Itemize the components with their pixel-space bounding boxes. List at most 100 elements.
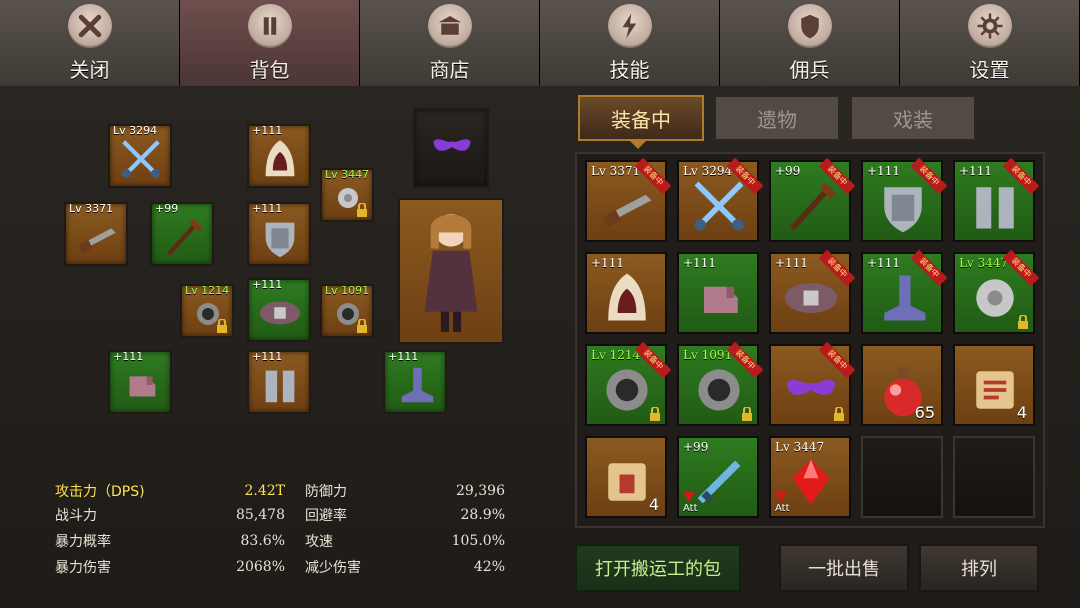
stat-label: 减少伤害 bbox=[305, 560, 361, 576]
lock-icon bbox=[216, 318, 228, 333]
nav-close-button[interactable]: 关闭 bbox=[0, 0, 180, 86]
open-transport-bag-button[interactable]: 打开搬运工的包 bbox=[575, 544, 741, 592]
skill-icon bbox=[607, 3, 652, 48]
inventory-item[interactable]: +111 装备中 bbox=[769, 249, 856, 334]
gear-icon bbox=[967, 3, 1012, 48]
mask-icon bbox=[786, 379, 836, 395]
greaves-icon bbox=[265, 370, 295, 403]
lock-icon bbox=[833, 406, 845, 421]
ring-icon bbox=[698, 369, 740, 411]
tab-costume[interactable]: 戏装 bbox=[850, 95, 976, 141]
lock-icon bbox=[1017, 314, 1029, 329]
mask-icon bbox=[433, 139, 471, 151]
equip-slot-main-weapon[interactable]: Lv 3371 bbox=[64, 202, 128, 266]
nav-shop-button[interactable]: 商店 bbox=[360, 0, 540, 86]
tab-equipped[interactable]: 装备中 bbox=[578, 95, 704, 141]
inventory-item[interactable]: +111 装备中 bbox=[861, 157, 948, 242]
slot-level: Lv 3447 bbox=[325, 168, 370, 181]
boot-icon bbox=[401, 367, 434, 403]
nav-shop-label: 商店 bbox=[429, 57, 470, 82]
staff-icon bbox=[790, 182, 837, 231]
inventory-item[interactable]: +111 bbox=[677, 252, 759, 334]
nav-skill-button[interactable]: 技能 bbox=[540, 0, 720, 86]
equip-slot-boots[interactable]: +111 bbox=[383, 350, 447, 414]
item-count: 65 bbox=[914, 403, 935, 422]
close-icon bbox=[67, 3, 112, 48]
stat-label: 攻速 bbox=[305, 534, 333, 550]
stat-label: 防御力 bbox=[305, 484, 347, 500]
equip-slot-weapon-secondary[interactable]: Lv 3294 bbox=[108, 124, 172, 188]
inventory-item[interactable]: 4 bbox=[953, 344, 1035, 426]
amulet-icon bbox=[976, 279, 1014, 317]
empty-inventory-slot[interactable] bbox=[953, 436, 1035, 518]
stat-value: 105.0% bbox=[451, 533, 505, 549]
cannon-icon bbox=[602, 194, 652, 227]
boot-icon bbox=[884, 275, 926, 321]
inventory-actions: 打开搬运工的包 一批出售 排列 bbox=[575, 544, 1045, 592]
belt-icon bbox=[259, 301, 301, 325]
belt-icon bbox=[784, 283, 838, 313]
inventory-item[interactable]: +111 bbox=[585, 252, 667, 334]
equip-slot-head[interactable]: +111 bbox=[247, 124, 311, 188]
inventory-item[interactable]: Lv 1091 装备中 bbox=[677, 341, 764, 426]
inventory-item[interactable]: Lv 3294 装备中 bbox=[677, 157, 764, 242]
stat-value: 2068% bbox=[236, 559, 285, 575]
item-count: 4 bbox=[648, 495, 659, 514]
stat-value: 2.42T bbox=[244, 483, 285, 499]
equip-slot-ring-left[interactable]: Lv 1214 bbox=[180, 284, 234, 338]
inventory-item[interactable]: 4 bbox=[585, 436, 667, 518]
equip-slot-amulet[interactable]: Lv 3447 bbox=[320, 168, 374, 222]
item-attribute: Att bbox=[683, 503, 698, 514]
slot-level: Lv 1214 bbox=[185, 284, 230, 297]
empty-inventory-slot[interactable] bbox=[861, 436, 943, 518]
inventory-item[interactable]: Lv 3447 装备中 bbox=[953, 249, 1040, 334]
equip-slot-ring-right[interactable]: Lv 1091 bbox=[320, 284, 374, 338]
inventory-item[interactable]: Lv 1214 装备中 bbox=[585, 341, 672, 426]
inventory-item[interactable]: 装备中 bbox=[769, 341, 856, 426]
bulk-sell-button[interactable]: 一批出售 bbox=[779, 544, 909, 592]
inventory-item[interactable]: +111 装备中 bbox=[861, 249, 948, 334]
shop-icon bbox=[427, 3, 472, 48]
crossed-swords-icon bbox=[122, 140, 160, 178]
nav-settings-button[interactable]: 设置 bbox=[900, 0, 1080, 86]
character-equipment-panel: Lv 3294 +111 Lv 3447 Lv 3371 +99 +111 Lv… bbox=[0, 92, 565, 452]
stat-value: 28.9% bbox=[460, 507, 505, 523]
stat-attack-row: 攻击力（DPS) 2.42T bbox=[55, 480, 285, 502]
inventory-item[interactable]: +99 Att bbox=[677, 436, 759, 518]
inventory-item[interactable]: 65 bbox=[861, 344, 943, 426]
tab-relics[interactable]: 遗物 bbox=[714, 95, 840, 141]
slot-level: Lv 1091 bbox=[325, 284, 370, 297]
tab-pointer-icon bbox=[630, 141, 646, 149]
inventory-item[interactable]: Lv 3447 Att bbox=[769, 436, 851, 518]
stat-defense-row: 防御力 29,396 bbox=[305, 480, 505, 502]
nav-mercenary-button[interactable]: 佣兵 bbox=[720, 0, 900, 86]
equip-slot-belt[interactable]: +111 bbox=[247, 278, 311, 342]
nav-bag-button[interactable]: 背包 bbox=[180, 0, 360, 86]
greaves-icon bbox=[976, 187, 1014, 229]
gauntlet-icon bbox=[129, 376, 156, 397]
stat-value: 29,396 bbox=[456, 483, 505, 499]
inventory-item[interactable]: Lv 3371 装备中 bbox=[585, 157, 672, 242]
stat-evasion-row: 回避率 28.9% bbox=[305, 504, 505, 526]
lock-icon bbox=[741, 406, 753, 421]
equip-slot-costume[interactable] bbox=[413, 108, 489, 188]
nav-bag-label: 背包 bbox=[249, 57, 290, 82]
down-arrow-icon bbox=[683, 492, 695, 502]
staff-icon bbox=[167, 219, 203, 256]
armor-icon bbox=[884, 187, 922, 233]
down-arrow-icon bbox=[775, 492, 787, 502]
stat-crit-damage-row: 暴力伤害 2068% bbox=[55, 556, 285, 578]
stat-attack-speed-row: 攻速 105.0% bbox=[305, 530, 505, 552]
nav-settings-label: 设置 bbox=[969, 57, 1010, 82]
equip-slot-gloves[interactable]: +111 bbox=[108, 350, 172, 414]
equip-slot-staff[interactable]: +99 bbox=[150, 202, 214, 266]
sort-button[interactable]: 排列 bbox=[919, 544, 1039, 592]
gauntlet-icon bbox=[704, 286, 738, 313]
inventory-item[interactable]: +111 装备中 bbox=[953, 157, 1040, 242]
lock-icon bbox=[649, 406, 661, 421]
stat-label: 暴力概率 bbox=[55, 534, 111, 550]
inventory-item[interactable]: +99 装备中 bbox=[769, 157, 856, 242]
top-navigation: 关闭 背包 商店 技能 佣兵 设置 bbox=[0, 0, 1080, 86]
equip-slot-armor[interactable]: +111 bbox=[247, 202, 311, 266]
equip-slot-legs[interactable]: +111 bbox=[247, 350, 311, 414]
